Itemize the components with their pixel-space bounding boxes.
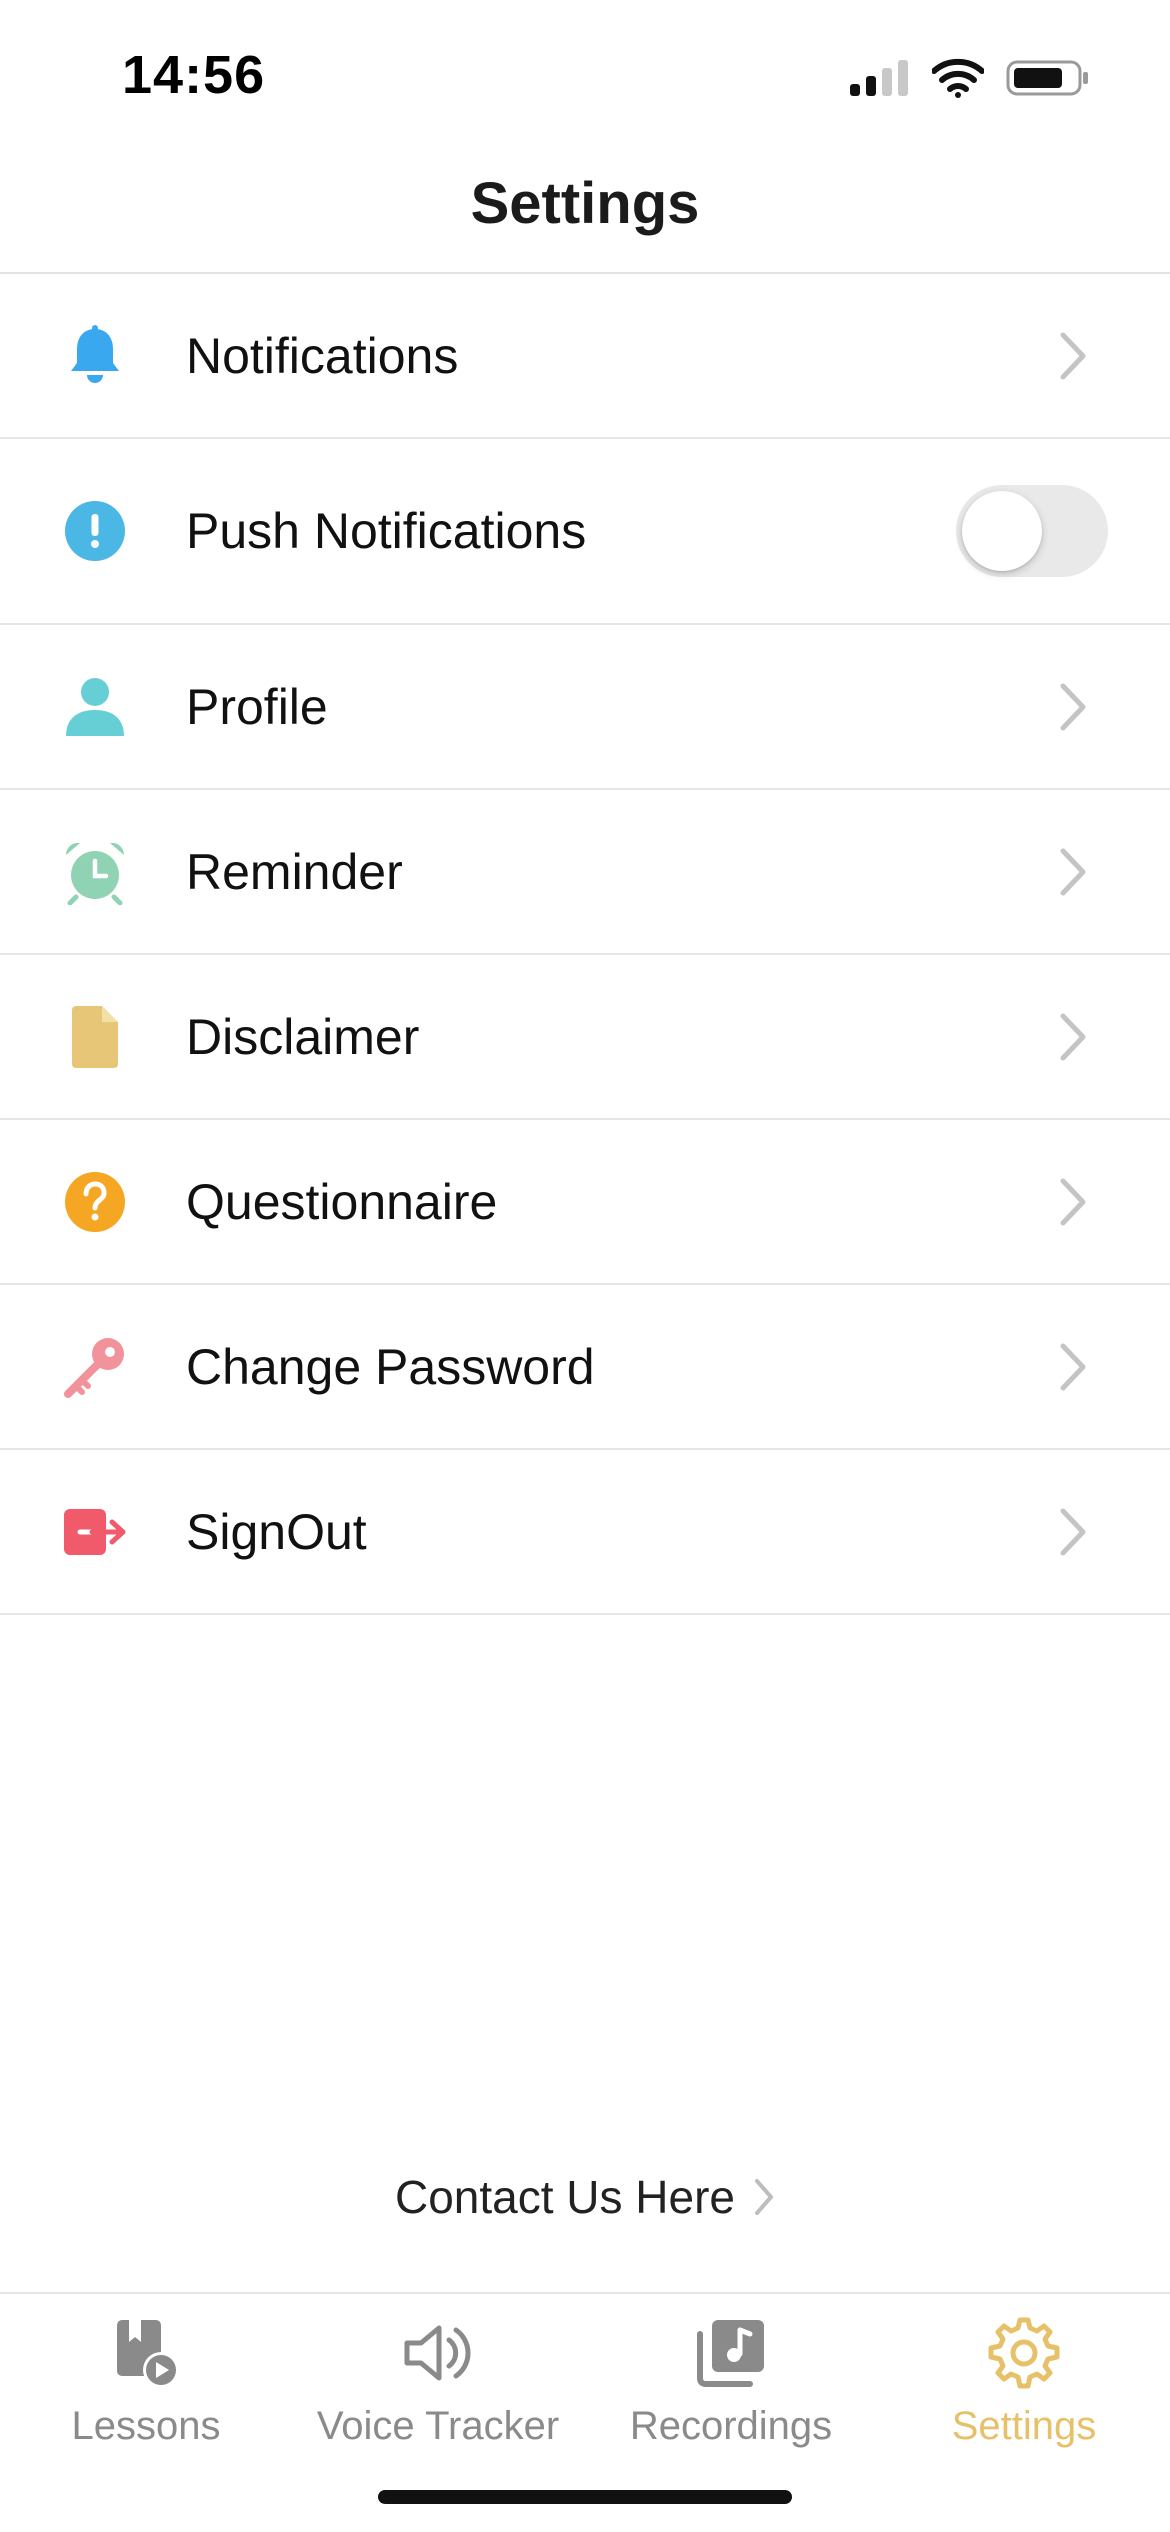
settings-row-push-notifications: Push Notifications: [0, 439, 1170, 625]
row-label: Push Notifications: [186, 503, 587, 559]
gear-icon: [988, 2317, 1060, 2389]
question-circle-icon: [62, 1169, 128, 1235]
chevron-right-icon: [1058, 1011, 1088, 1063]
chevron-right-icon: [1058, 1341, 1088, 1393]
settings-row-notifications[interactable]: Notifications: [0, 274, 1170, 439]
bell-icon: [62, 323, 128, 389]
chevron-right-icon: [1058, 681, 1088, 733]
row-label: Questionnaire: [186, 1173, 498, 1230]
speaker-icon: [404, 2325, 471, 2381]
chevron-right-icon: [1058, 1176, 1088, 1228]
row-label: Change Password: [186, 1338, 595, 1395]
chevron-right-icon: [1058, 846, 1088, 898]
contact-us-label: Contact Us Here: [394, 2171, 735, 2223]
settings-screen: 14:56 Settings Notifications Push Notifi…: [0, 0, 1170, 2532]
music-library-icon: [697, 2320, 764, 2387]
home-indicator: [378, 2490, 792, 2504]
settings-row-signout[interactable]: SignOut: [0, 1450, 1170, 1615]
settings-row-questionnaire[interactable]: Questionnaire: [0, 1120, 1170, 1285]
person-icon: [62, 674, 128, 740]
settings-row-disclaimer[interactable]: Disclaimer: [0, 955, 1170, 1120]
contact-us-link[interactable]: Contact Us Here: [0, 2170, 1170, 2224]
toggle-knob: [962, 491, 1042, 571]
settings-row-change-password[interactable]: Change Password: [0, 1285, 1170, 1450]
settings-row-reminder[interactable]: Reminder: [0, 790, 1170, 955]
tab-voice-tracker[interactable]: Voice Tracker: [292, 2308, 584, 2468]
tab-recordings[interactable]: Recordings: [585, 2308, 877, 2468]
chevron-right-icon: [1058, 330, 1088, 382]
alarm-clock-icon: [62, 839, 128, 905]
key-icon: [62, 1334, 128, 1400]
settings-list: Notifications Push Notifications Profile…: [0, 274, 1170, 1615]
chevron-right-icon: [755, 2179, 773, 2215]
document-icon: [62, 1004, 128, 1070]
tab-label: Lessons: [71, 2404, 221, 2448]
status-time: 14:56: [122, 45, 266, 105]
lessons-icon: [117, 2320, 179, 2388]
row-label: SignOut: [186, 1503, 367, 1560]
sign-out-icon: [62, 1499, 128, 1565]
wifi-icon: [932, 58, 984, 98]
tab-label: Recordings: [629, 2404, 833, 2448]
settings-row-profile[interactable]: Profile: [0, 625, 1170, 790]
tab-label: Settings: [951, 2404, 1097, 2448]
exclamation-circle-icon: [62, 498, 128, 564]
battery-icon: [1006, 60, 1088, 96]
row-label: Profile: [186, 678, 328, 735]
cellular-signal-icon: [850, 60, 908, 96]
page-title: Settings: [470, 171, 700, 236]
tab-settings[interactable]: Settings: [878, 2308, 1170, 2468]
push-notifications-toggle[interactable]: [956, 485, 1108, 577]
tab-label: Voice Tracker: [316, 2404, 560, 2448]
row-label: Notifications: [186, 327, 459, 384]
row-label: Reminder: [186, 843, 403, 900]
status-icons: [848, 56, 1090, 100]
status-bar: 14:56: [0, 0, 1170, 150]
chevron-right-icon: [1058, 1506, 1088, 1558]
header: Settings: [0, 150, 1170, 274]
tab-lessons[interactable]: Lessons: [0, 2308, 292, 2468]
row-label: Disclaimer: [186, 1008, 420, 1065]
